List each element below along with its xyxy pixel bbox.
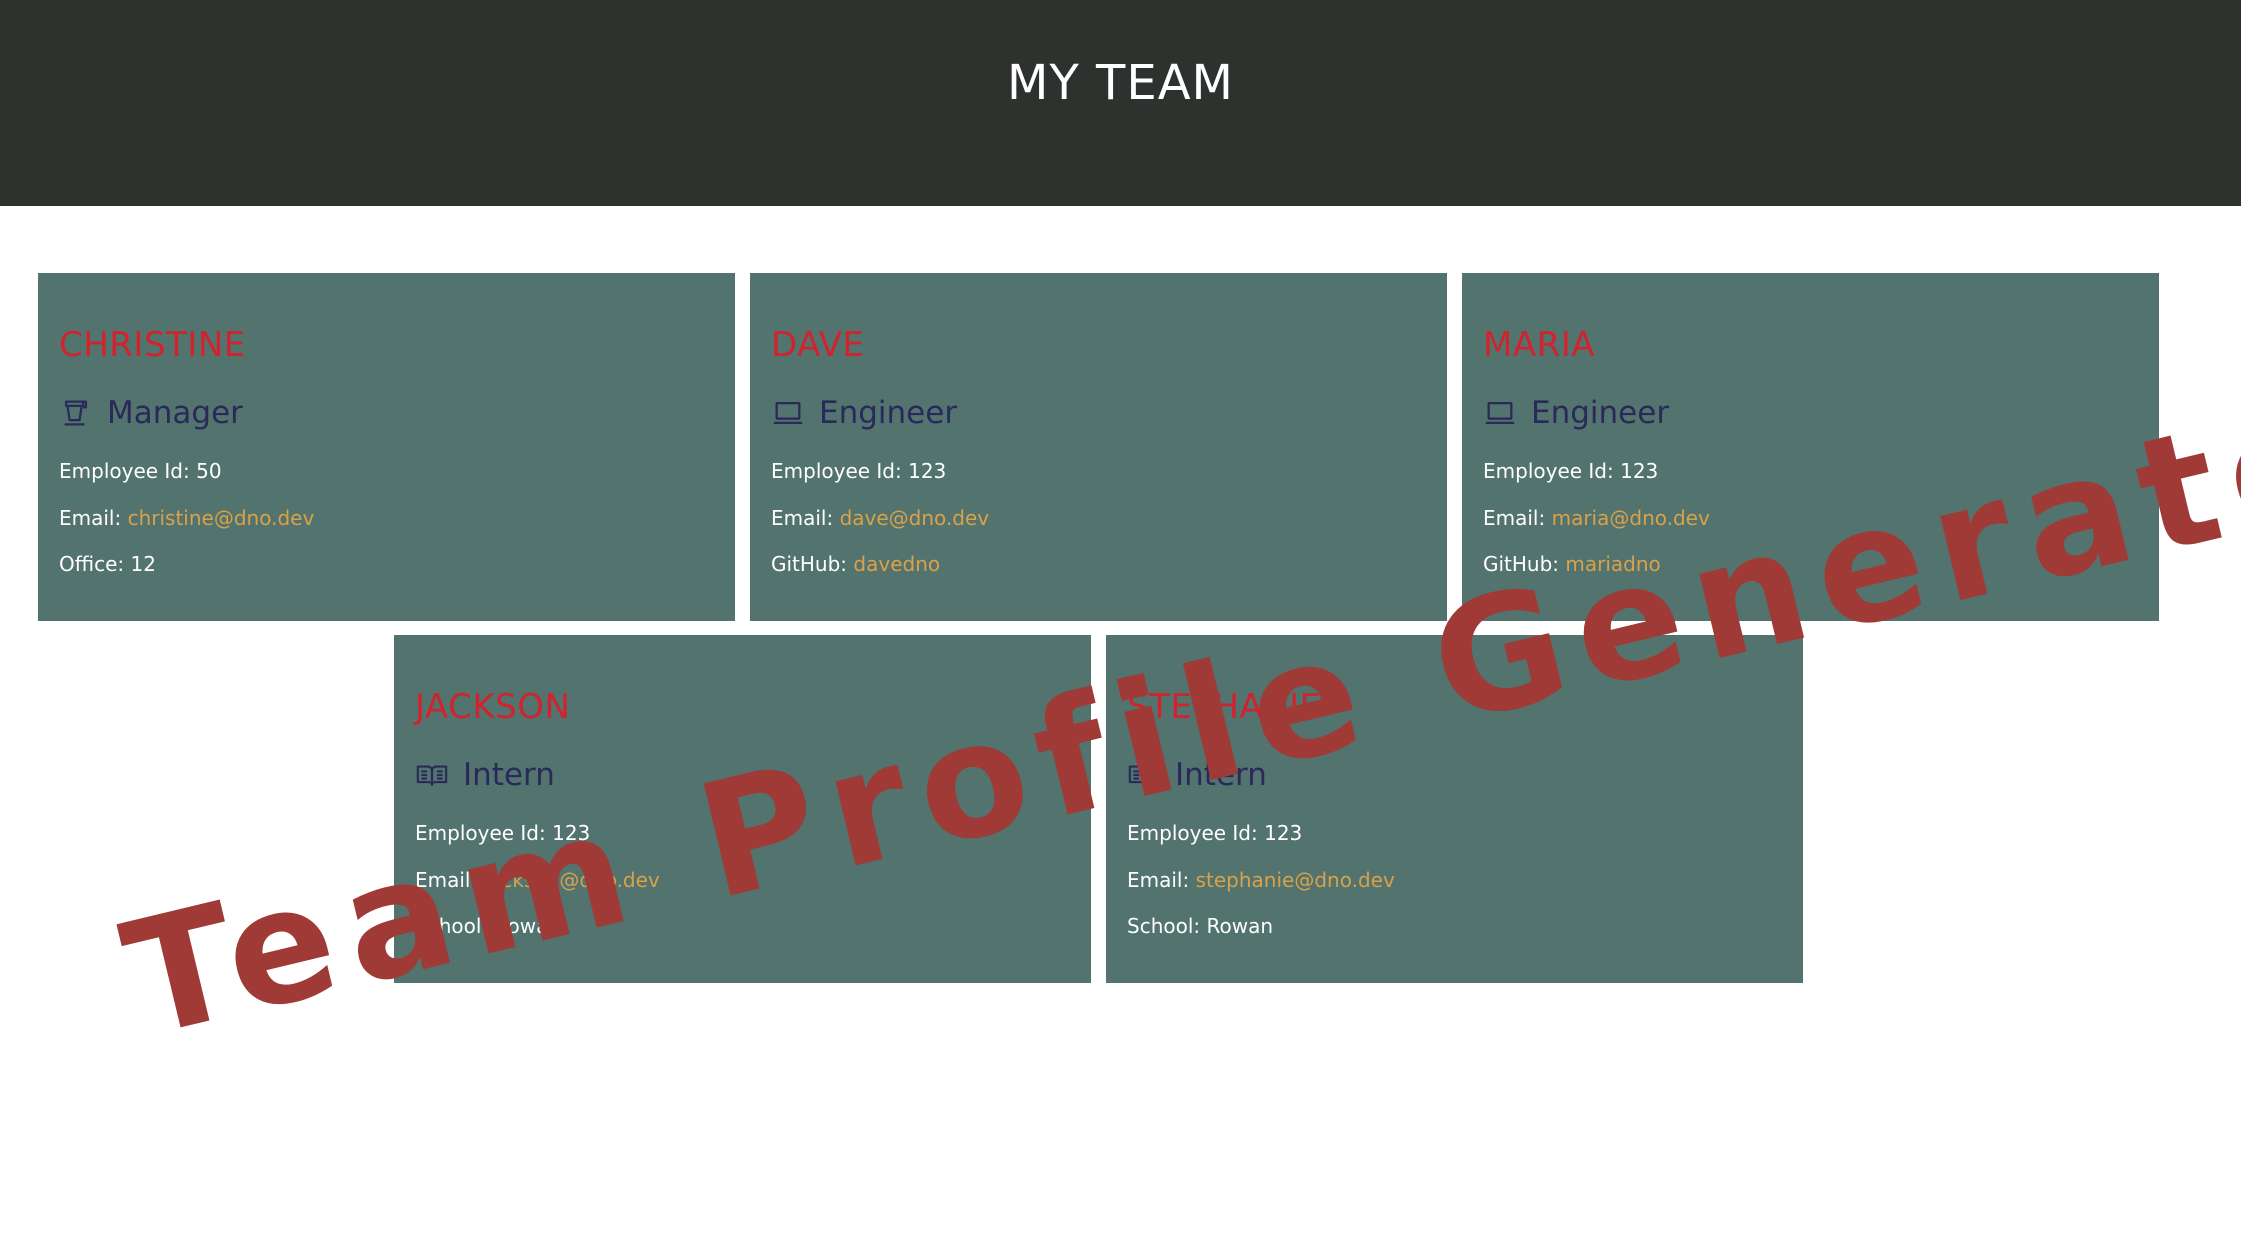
office-row: Office: 12: [59, 552, 156, 576]
role-label: Engineer: [819, 395, 958, 431]
email-label: Email:: [1127, 868, 1190, 892]
id-label: Employee Id:: [1483, 459, 1614, 483]
page-header: MY TEAM: [0, 0, 2241, 206]
id-value: 123: [1620, 459, 1659, 483]
employee-id-row: Employee Id: 50: [59, 459, 222, 483]
school-row: School: Rowan: [1127, 914, 1273, 938]
school-value: Rowan: [1206, 914, 1274, 938]
role-label: Manager: [107, 395, 243, 431]
open-book-icon: [415, 758, 449, 792]
employee-email-row: Email: stephanie@dno.dev: [1127, 868, 1395, 892]
github-row: GitHub: davedno: [771, 552, 940, 576]
id-label: Employee Id:: [771, 459, 902, 483]
employee-role: Engineer: [1483, 395, 1669, 431]
employee-role: Intern: [415, 757, 555, 793]
employee-card-christine: CHRISTINE Manager Employee Id: 50 Email:…: [38, 273, 735, 621]
employee-card-dave: DAVE Engineer Employee Id: 123 Email: da…: [750, 273, 1447, 621]
email-link[interactable]: stephanie@dno.dev: [1196, 868, 1395, 892]
email-link[interactable]: christine@dno.dev: [128, 506, 315, 530]
office-value: 12: [130, 552, 156, 576]
employee-name: CHRISTINE: [59, 325, 246, 365]
employee-name: JACKSON: [415, 687, 571, 727]
employee-role: Engineer: [771, 395, 957, 431]
email-label: Email:: [771, 506, 834, 530]
employee-email-row: Email: christine@dno.dev: [59, 506, 314, 530]
employee-id-row: Employee Id: 123: [771, 459, 946, 483]
office-label: Office:: [59, 552, 125, 576]
coffee-cup-icon: [59, 396, 93, 430]
id-value: 123: [908, 459, 947, 483]
id-value: 50: [196, 459, 222, 483]
email-link[interactable]: dave@dno.dev: [840, 506, 990, 530]
github-label: GitHub:: [771, 552, 848, 576]
laptop-icon: [771, 396, 805, 430]
github-link[interactable]: davedno: [853, 552, 940, 576]
school-label: School:: [1127, 914, 1201, 938]
employee-name: MARIA: [1483, 325, 1596, 365]
id-label: Employee Id:: [59, 459, 190, 483]
email-label: Email:: [59, 506, 122, 530]
role-label: Intern: [463, 757, 555, 793]
role-label: Engineer: [1531, 395, 1670, 431]
id-value: 123: [1264, 821, 1303, 845]
employee-email-row: Email: dave@dno.dev: [771, 506, 989, 530]
employee-id-row: Employee Id: 123: [1483, 459, 1658, 483]
employee-name: DAVE: [771, 325, 865, 365]
email-label: Email:: [1483, 506, 1546, 530]
laptop-icon: [1483, 396, 1517, 430]
employee-role: Manager: [59, 395, 243, 431]
page-title: MY TEAM: [1007, 55, 1234, 111]
